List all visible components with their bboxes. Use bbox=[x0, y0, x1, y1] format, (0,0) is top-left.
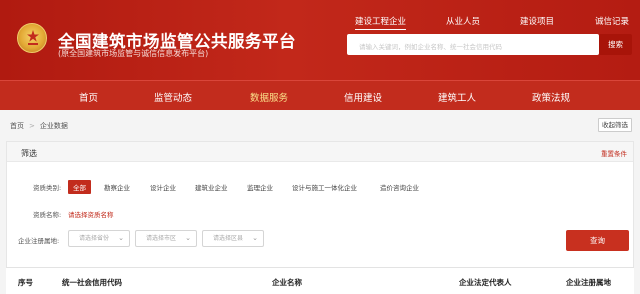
region-label: 企业注册属地: bbox=[18, 237, 60, 245]
collapse-filter-button[interactable]: 收起筛选 bbox=[598, 118, 632, 132]
qualification-option-construction[interactable]: 建筑业企业 bbox=[195, 182, 228, 192]
chevron-down-icon: ⌄ bbox=[185, 234, 191, 242]
nav-data-service[interactable]: 数据服务 bbox=[250, 90, 288, 104]
filter-panel-header: 筛选 重置条件 bbox=[7, 142, 633, 162]
province-select[interactable]: 请选择省份 ⌄ bbox=[68, 230, 130, 247]
search-button[interactable]: 搜索 bbox=[599, 34, 632, 55]
select-qualification-name-link[interactable]: 请选择资质名称 bbox=[68, 209, 114, 219]
search-input[interactable] bbox=[347, 36, 599, 58]
query-button[interactable]: 查询 bbox=[566, 230, 629, 251]
qualification-option-design[interactable]: 设计企业 bbox=[150, 182, 176, 192]
nav-construction-workers[interactable]: 建筑工人 bbox=[438, 90, 476, 104]
city-select-placeholder: 请选择市区 bbox=[146, 235, 177, 242]
column-header-registered-region: 企业注册属地 bbox=[566, 278, 611, 287]
nav-policies-regulations[interactable]: 政策法规 bbox=[532, 90, 570, 104]
top-link-projects[interactable]: 建设项目 bbox=[520, 15, 554, 27]
qualification-option-all[interactable]: 全部 bbox=[68, 180, 91, 194]
qualification-type-label: 资质类别: bbox=[33, 184, 62, 192]
top-link-credit[interactable]: 诚信记录 bbox=[595, 15, 629, 27]
qualification-option-design-build[interactable]: 设计与施工一体化企业 bbox=[292, 182, 357, 192]
province-select-placeholder: 请选择省份 bbox=[79, 235, 110, 242]
breadcrumb-current: 企业数据 bbox=[39, 122, 68, 130]
county-select-placeholder: 请选择区县 bbox=[213, 235, 244, 242]
column-header-credit-code: 统一社会信用代码 bbox=[62, 278, 122, 287]
chevron-down-icon: ⌄ bbox=[252, 234, 258, 242]
breadcrumb-home[interactable]: 首页 bbox=[10, 122, 24, 130]
qualification-name-label: 资质名称: bbox=[33, 211, 62, 219]
qualification-option-supervision[interactable]: 监理企业 bbox=[247, 182, 273, 192]
chevron-down-icon: ⌄ bbox=[118, 234, 124, 242]
reset-conditions-link[interactable]: 重置条件 bbox=[601, 148, 627, 158]
nav-supervision-news[interactable]: 监管动态 bbox=[154, 90, 192, 104]
breadcrumb: 首页 > 企业数据 bbox=[10, 121, 68, 131]
qualification-option-survey[interactable]: 勘察企业 bbox=[104, 182, 130, 192]
nav-credit-construction[interactable]: 信用建设 bbox=[344, 90, 382, 104]
qualification-option-cost-consulting[interactable]: 造价咨询企业 bbox=[380, 182, 419, 192]
top-link-personnel[interactable]: 从业人员 bbox=[446, 15, 480, 27]
page: { "header": { "title": "全国建筑市场监管公共服务平台",… bbox=[0, 0, 640, 294]
nav-home[interactable]: 首页 bbox=[79, 90, 98, 104]
filter-title: 筛选 bbox=[21, 149, 37, 158]
column-header-index: 序号 bbox=[18, 278, 33, 287]
breadcrumb-separator-icon: > bbox=[29, 122, 35, 130]
city-select[interactable]: 请选择市区 ⌄ bbox=[135, 230, 197, 247]
site-subtitle: (原全国建筑市场监管与诚信信息发布平台) bbox=[58, 49, 209, 58]
column-header-company-name: 企业名称 bbox=[272, 278, 302, 287]
site-header: 全国建筑市场监管公共服务平台 (原全国建筑市场监管与诚信信息发布平台) 建设工程… bbox=[0, 0, 640, 80]
top-link-enterprise[interactable]: 建设工程企业 bbox=[355, 15, 407, 30]
results-table-header: 序号 统一社会信用代码 企业名称 企业法定代表人 企业注册属地 bbox=[6, 267, 634, 294]
search-box bbox=[347, 34, 599, 58]
main-nav: 首页 监管动态 数据服务 信用建设 建筑工人 政策法规 bbox=[0, 80, 640, 110]
national-emblem-icon bbox=[17, 23, 47, 53]
county-select[interactable]: 请选择区县 ⌄ bbox=[202, 230, 264, 247]
column-header-legal-representative: 企业法定代表人 bbox=[459, 278, 512, 287]
